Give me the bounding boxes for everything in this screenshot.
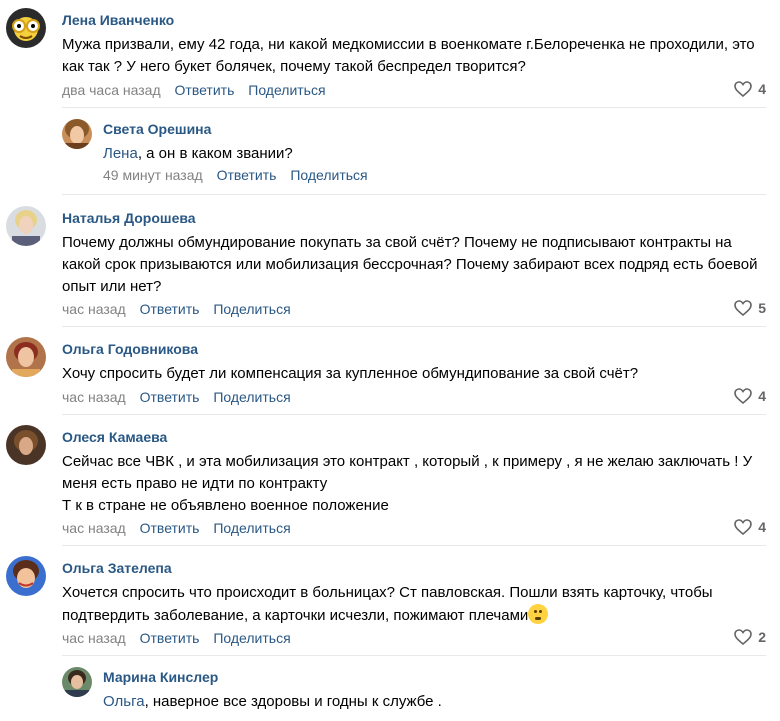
reply-button[interactable]: Ответить bbox=[140, 389, 200, 405]
author-name[interactable]: Света Орешина bbox=[103, 121, 211, 137]
like-count: 2 bbox=[758, 629, 766, 645]
comment: Ольга Годовникова Хочу спросить будет ли… bbox=[0, 329, 780, 415]
avatar[interactable] bbox=[6, 556, 46, 596]
comment-meta: два часа назад Ответить Поделиться bbox=[62, 82, 326, 98]
comment-text: Мужа призвали, ему 42 года, ни какой мед… bbox=[62, 36, 755, 75]
like-button[interactable]: 4 bbox=[734, 388, 766, 404]
timestamp[interactable]: час назад bbox=[62, 630, 126, 646]
timestamp[interactable]: два часа назад bbox=[62, 82, 161, 98]
like-count: 4 bbox=[758, 519, 766, 535]
mention-link[interactable]: Ольга bbox=[103, 693, 145, 710]
comment-text: Ольга, наверное все здоровы и годны к сл… bbox=[103, 693, 442, 710]
divider bbox=[62, 194, 766, 195]
comment: Олеся Камаева Сейчас все ЧВК , и эта моб… bbox=[0, 417, 780, 546]
like-count: 5 bbox=[758, 300, 766, 316]
timestamp[interactable]: 49 минут назад bbox=[103, 167, 203, 183]
avatar[interactable] bbox=[6, 425, 46, 465]
reply-button[interactable]: Ответить bbox=[175, 82, 235, 98]
mention-link[interactable]: Лена bbox=[103, 145, 138, 162]
comment-text: Хочется спросить что происходит в больни… bbox=[62, 584, 713, 624]
thinking-face-icon bbox=[528, 604, 549, 624]
heart-icon bbox=[734, 388, 753, 404]
heart-icon bbox=[734, 519, 753, 535]
divider bbox=[62, 545, 766, 546]
avatar[interactable] bbox=[6, 8, 46, 48]
reply-comment: Света Орешина Лена, а он в каком звании?… bbox=[0, 115, 780, 195]
author-name[interactable]: Наталья Дорошева bbox=[62, 210, 196, 226]
like-button[interactable]: 2 bbox=[734, 629, 766, 645]
reply-button[interactable]: Ответить bbox=[140, 301, 200, 317]
timestamp[interactable]: час назад bbox=[62, 301, 126, 317]
like-count: 4 bbox=[758, 388, 766, 404]
author-name[interactable]: Олеся Камаева bbox=[62, 429, 167, 445]
author-name[interactable]: Лена Иванченко bbox=[62, 12, 174, 28]
divider bbox=[62, 655, 766, 656]
comment-text: Хочу спросить будет ли компенсация за ку… bbox=[62, 365, 639, 382]
divider bbox=[62, 107, 766, 108]
author-name[interactable]: Ольга Годовникова bbox=[62, 341, 198, 357]
comment-line: Сейчас все ЧВК , и эта мобилизация это к… bbox=[62, 453, 753, 492]
timestamp[interactable]: час назад bbox=[62, 389, 126, 405]
comment-meta: час назад Ответить Поделиться bbox=[62, 630, 291, 646]
divider bbox=[62, 414, 766, 415]
heart-icon bbox=[734, 629, 753, 645]
heart-icon bbox=[734, 300, 753, 316]
avatar[interactable] bbox=[62, 119, 92, 149]
reply-button[interactable]: Ответить bbox=[217, 167, 277, 183]
comment-text: Лена, а он в каком звании? bbox=[103, 145, 293, 162]
share-button[interactable]: Поделиться bbox=[213, 520, 290, 536]
reply-comment: Марина Кинслер Ольга, наверное все здоро… bbox=[0, 663, 780, 721]
avatar[interactable] bbox=[6, 206, 46, 246]
like-count: 4 bbox=[758, 81, 766, 97]
like-button[interactable]: 4 bbox=[734, 81, 766, 97]
comment-meta: час назад Ответить Поделиться bbox=[62, 301, 291, 317]
comment-line: Т к в стране не объявлено военное положе… bbox=[62, 497, 389, 514]
share-button[interactable]: Поделиться bbox=[213, 389, 290, 405]
like-button[interactable]: 5 bbox=[734, 300, 766, 316]
divider bbox=[62, 326, 766, 327]
comment-meta: час назад Ответить Поделиться bbox=[62, 389, 291, 405]
share-button[interactable]: Поделиться bbox=[290, 167, 367, 183]
avatar[interactable] bbox=[6, 337, 46, 377]
heart-icon bbox=[734, 81, 753, 97]
comment-meta: 49 минут назад Ответить Поделиться bbox=[103, 167, 368, 183]
comment: Наталья Дорошева Почему должны обмундиро… bbox=[0, 198, 780, 327]
comment: Ольга Зателепа Хочется спросить что прои… bbox=[0, 548, 780, 656]
comment-text: Сейчас все ЧВК , и эта мобилизация это к… bbox=[62, 451, 762, 517]
timestamp[interactable]: час назад bbox=[62, 520, 126, 536]
author-name[interactable]: Ольга Зателепа bbox=[62, 560, 172, 576]
share-button[interactable]: Поделиться bbox=[213, 301, 290, 317]
author-name[interactable]: Марина Кинслер bbox=[103, 669, 218, 685]
comment: Лена Иванченко Мужа призвали, ему 42 год… bbox=[0, 0, 780, 108]
comment-text: Почему должны обмундирование покупать за… bbox=[62, 234, 758, 295]
avatar[interactable] bbox=[62, 667, 92, 697]
like-button[interactable]: 4 bbox=[734, 519, 766, 535]
share-button[interactable]: Поделиться bbox=[248, 82, 325, 98]
share-button[interactable]: Поделиться bbox=[213, 630, 290, 646]
comments-feed: Лена Иванченко Мужа призвали, ему 42 год… bbox=[0, 0, 780, 721]
comment-meta: час назад Ответить Поделиться bbox=[62, 520, 291, 536]
reply-button[interactable]: Ответить bbox=[140, 630, 200, 646]
reply-button[interactable]: Ответить bbox=[140, 520, 200, 536]
